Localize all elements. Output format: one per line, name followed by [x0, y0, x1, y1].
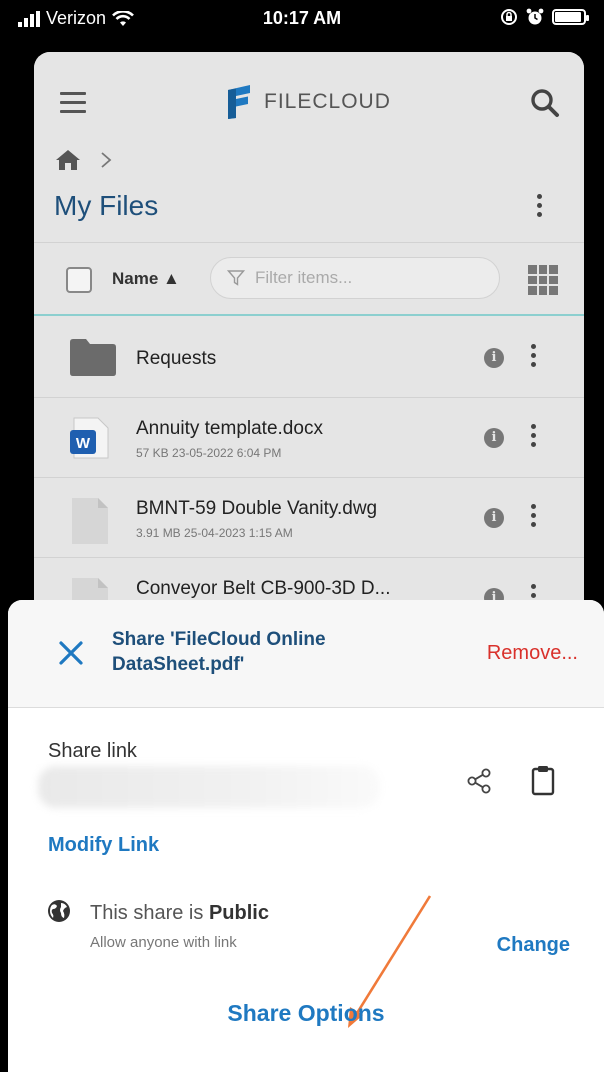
phone-screen: Verizon 10:17 AM FILECLOUD My Files Name… [0, 0, 604, 1072]
file-icon [72, 498, 108, 544]
battery-fill [555, 12, 581, 22]
modify-link-button[interactable]: Modify Link [48, 834, 159, 857]
file-name: Annuity template.docx [136, 418, 323, 439]
filter-box[interactable] [210, 257, 500, 299]
row-more-icon[interactable] [526, 344, 540, 367]
chevron-right-icon [101, 152, 112, 168]
row-more-icon[interactable] [526, 504, 540, 527]
file-name: BMNT-59 Double Vanity.dwg [136, 498, 378, 519]
alarm-icon [526, 8, 544, 25]
svg-text:W: W [76, 435, 91, 452]
grid-view-icon[interactable] [528, 265, 558, 295]
app-name: FILECLOUD [264, 90, 391, 113]
share-visibility-description: Allow anyone with link [90, 934, 237, 951]
select-all-checkbox[interactable] [66, 267, 92, 293]
search-icon[interactable] [530, 88, 560, 118]
filecloud-logo: FILECLOUD [224, 84, 391, 120]
breadcrumb [54, 148, 112, 172]
row-more-icon[interactable] [526, 424, 540, 447]
file-name: Conveyor Belt CB-900-3D D... [136, 578, 391, 599]
file-name: Requests [136, 348, 217, 369]
word-document-icon: W [70, 417, 109, 459]
home-icon[interactable] [54, 148, 82, 172]
list-toolbar: Name ▲ [34, 242, 584, 316]
share-icon[interactable] [466, 768, 492, 794]
filecloud-logo-icon [228, 85, 250, 119]
remove-share-button[interactable]: Remove... [487, 642, 578, 665]
list-item[interactable]: Requests i [34, 318, 584, 398]
folder-icon [70, 339, 116, 376]
info-icon[interactable]: i [484, 428, 504, 448]
share-link-value-redacted[interactable] [38, 766, 380, 808]
info-icon[interactable]: i [484, 348, 504, 368]
status-right [500, 8, 589, 26]
file-meta: 3.91 MB 25-04-2023 1:15 AM [136, 526, 293, 540]
rotation-lock-icon [501, 9, 517, 25]
more-options-icon[interactable] [532, 194, 546, 217]
share-link-label: Share link [48, 740, 137, 762]
filter-icon [227, 270, 245, 286]
list-item[interactable]: W Annuity template.docx 57 KB 23-05-2022… [34, 398, 584, 478]
list-item[interactable]: BMNT-59 Double Vanity.dwg 3.91 MB 25-04-… [34, 478, 584, 558]
globe-icon [48, 900, 70, 922]
share-visibility-prefix: This share is [90, 902, 209, 924]
close-icon[interactable] [54, 636, 88, 670]
file-list: Requests i W Annuity template.docx 57 KB… [34, 318, 584, 638]
page-title: My Files [54, 190, 159, 221]
share-visibility-value: Public [208, 902, 269, 924]
info-icon[interactable]: i [484, 508, 504, 528]
sort-by-name[interactable]: Name ▲ [112, 269, 180, 289]
hamburger-menu-icon[interactable] [60, 92, 86, 114]
share-sheet-title: Share 'FileCloud Online DataSheet.pdf' [112, 629, 326, 675]
change-visibility-button[interactable]: Change [497, 934, 570, 957]
file-meta: 57 KB 23-05-2022 6:04 PM [136, 446, 282, 460]
share-options-button[interactable]: Share Options [8, 1000, 604, 1027]
share-visibility: This share is Public [90, 902, 269, 925]
share-sheet-header: Share 'FileCloud Online DataSheet.pdf' R… [8, 600, 604, 708]
filter-input[interactable] [255, 268, 475, 288]
battery-icon [552, 9, 589, 25]
clipboard-icon[interactable] [530, 764, 556, 796]
share-sheet: Share 'FileCloud Online DataSheet.pdf' R… [8, 600, 604, 1072]
status-bar: Verizon 10:17 AM [0, 0, 604, 40]
